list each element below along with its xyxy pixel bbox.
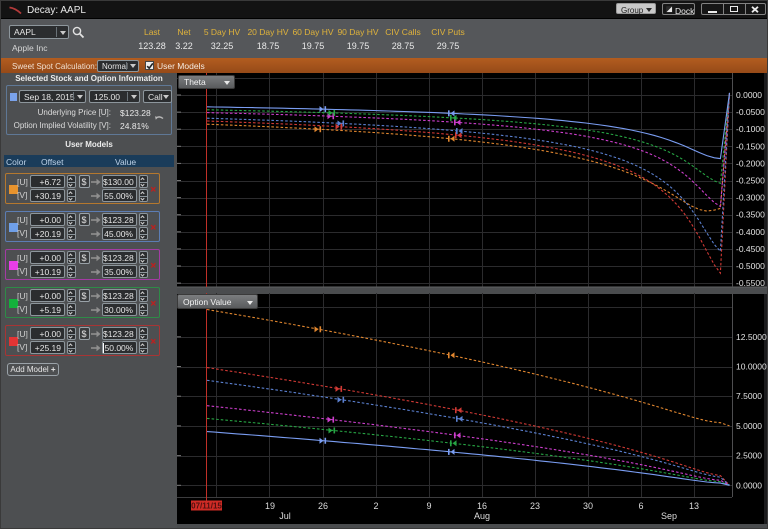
svg-text:10.0000: 10.0000 [736,362,767,372]
svg-text:7.5000: 7.5000 [736,391,762,401]
svg-text:-0.2000: -0.2000 [736,158,765,168]
svg-text:6: 6 [638,501,643,511]
svg-text:-0.2500: -0.2500 [736,176,765,186]
svg-text:-0.0500: -0.0500 [736,107,765,117]
svg-text:0.0000: 0.0000 [736,480,762,490]
svg-text:-0.3500: -0.3500 [736,210,765,220]
svg-text:13: 13 [689,501,699,511]
svg-text:0.0000: 0.0000 [736,90,762,100]
svg-text:16: 16 [477,501,487,511]
svg-text:Jul: Jul [279,511,291,521]
svg-text:-0.1000: -0.1000 [736,124,765,134]
svg-text:9: 9 [426,501,431,511]
svg-text:30: 30 [583,501,593,511]
svg-text:07/11/15: 07/11/15 [191,502,222,511]
svg-text:5.0000: 5.0000 [736,421,762,431]
svg-text:Sep: Sep [661,511,677,521]
svg-text:-0.3000: -0.3000 [736,193,765,203]
svg-text:26: 26 [318,501,328,511]
svg-text:Aug: Aug [474,511,490,521]
svg-text:-0.5500: -0.5500 [736,278,765,288]
svg-text:-0.4500: -0.4500 [736,244,765,254]
svg-text:2.5000: 2.5000 [736,451,762,461]
svg-text:19: 19 [265,501,275,511]
svg-text:-0.4000: -0.4000 [736,227,765,237]
svg-text:-0.1500: -0.1500 [736,141,765,151]
svg-text:23: 23 [530,501,540,511]
svg-text:2: 2 [373,501,378,511]
svg-text:12.5000: 12.5000 [736,332,767,342]
svg-text:-0.5000: -0.5000 [736,261,765,271]
